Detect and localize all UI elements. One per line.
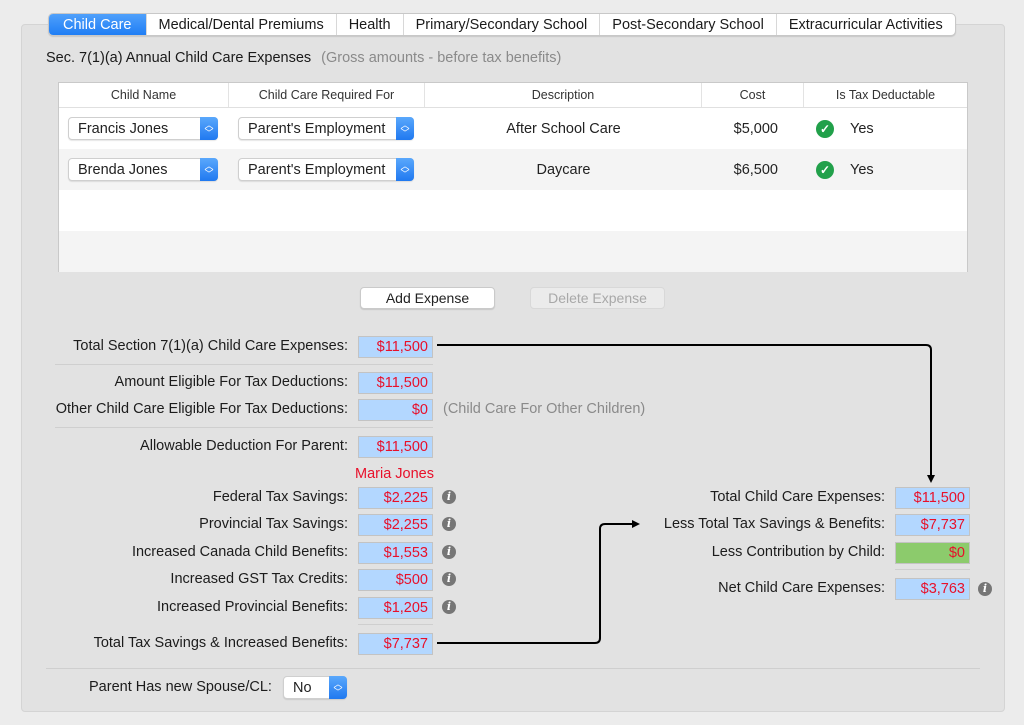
table-header: Child Name Child Care Required For Descr… xyxy=(59,83,967,108)
divider xyxy=(358,624,433,625)
total-savings-label: Total Tax Savings & Increased Benefits: xyxy=(93,635,348,651)
parent-name: Maria Jones xyxy=(355,466,434,482)
info-icon[interactable]: i xyxy=(442,517,456,531)
ccb-label: Increased Canada Child Benefits: xyxy=(131,544,348,560)
info-icon[interactable]: i xyxy=(978,582,992,596)
deductible-cell: ✓ Yes xyxy=(804,108,967,149)
info-icon[interactable]: i xyxy=(442,572,456,586)
deductible-value: Yes xyxy=(850,120,874,137)
less-contribution-input[interactable]: $0 xyxy=(895,542,970,564)
eligible-value: $11,500 xyxy=(358,372,433,394)
section-subtitle: (Gross amounts - before tax benefits) xyxy=(321,50,562,66)
child-name-value: Francis Jones xyxy=(78,120,169,137)
delete-expense-button[interactable]: Delete Expense xyxy=(530,287,665,309)
empty-table-row xyxy=(59,231,967,272)
updown-chevron-icon: ︿ ﹀ xyxy=(329,676,347,699)
less-contribution-label: Less Contribution by Child: xyxy=(711,544,885,560)
divider xyxy=(46,668,980,669)
deductible-cell: ✓ Yes xyxy=(804,149,967,190)
child-name-value: Brenda Jones xyxy=(78,161,168,178)
description-cell: Daycare xyxy=(536,161,591,178)
tab-medical-dental[interactable]: Medical/Dental Premiums xyxy=(147,14,337,35)
child-name-select[interactable]: Francis Jones ︿ ﹀ xyxy=(68,117,218,140)
divider xyxy=(895,569,970,570)
federal-savings-value: $2,225 xyxy=(358,487,433,509)
provincial-benefits-value: $1,205 xyxy=(358,597,433,619)
checkmark-icon: ✓ xyxy=(816,160,834,179)
required-for-select[interactable]: Parent's Employment ︿ ﹀ xyxy=(238,117,414,140)
net-expenses-label: Net Child Care Expenses: xyxy=(718,580,885,596)
column-header-deductible[interactable]: Is Tax Deductable xyxy=(804,83,967,107)
other-eligible-input[interactable]: $0 xyxy=(358,399,433,421)
info-icon[interactable]: i xyxy=(442,545,456,559)
other-eligible-note: (Child Care For Other Children) xyxy=(443,401,646,417)
less-savings-label: Less Total Tax Savings & Benefits: xyxy=(663,516,885,532)
updown-chevron-icon: ︿ ﹀ xyxy=(396,158,414,181)
total-section-value: $11,500 xyxy=(358,336,433,358)
tab-primary-secondary[interactable]: Primary/Secondary School xyxy=(404,14,601,35)
total-section-label: Total Section 7(1)(a) Child Care Expense… xyxy=(73,338,348,354)
checkmark-icon: ✓ xyxy=(816,119,834,138)
provincial-benefits-label: Increased Provincial Benefits: xyxy=(156,599,348,615)
provincial-savings-value: $2,255 xyxy=(358,514,433,536)
deductible-value: Yes xyxy=(850,161,874,178)
allowable-label: Allowable Deduction For Parent: xyxy=(140,438,348,454)
section-title-text: Sec. 7(1)(a) Annual Child Care Expenses xyxy=(46,50,312,66)
total-savings-value: $7,737 xyxy=(358,633,433,655)
description-cell: After School Care xyxy=(506,120,621,137)
required-for-select[interactable]: Parent's Employment ︿ ﹀ xyxy=(238,158,414,181)
required-for-value: Parent's Employment xyxy=(248,120,386,137)
updown-chevron-icon: ︿ ﹀ xyxy=(396,117,414,140)
updown-chevron-icon: ︿ ﹀ xyxy=(200,117,218,140)
divider xyxy=(55,364,433,365)
tab-bar: Child Care Medical/Dental Premiums Healt… xyxy=(48,13,956,36)
updown-chevron-icon: ︿ ﹀ xyxy=(200,158,218,181)
eligible-label: Amount Eligible For Tax Deductions: xyxy=(114,374,348,390)
federal-savings-label: Federal Tax Savings: xyxy=(212,489,348,505)
cost-cell: $6,500 xyxy=(733,161,778,178)
ccb-value: $1,553 xyxy=(358,542,433,564)
tab-health[interactable]: Health xyxy=(337,14,404,35)
other-eligible-label: Other Child Care Eligible For Tax Deduct… xyxy=(55,401,348,417)
spouse-label: Parent Has new Spouse/CL: xyxy=(89,679,272,695)
tab-post-secondary[interactable]: Post-Secondary School xyxy=(600,14,777,35)
provincial-savings-label: Provincial Tax Savings: xyxy=(199,516,348,532)
allowable-value: $11,500 xyxy=(358,436,433,458)
column-header-required-for[interactable]: Child Care Required For xyxy=(229,83,425,107)
cost-cell: $5,000 xyxy=(733,120,778,137)
empty-table-row xyxy=(59,190,967,231)
total-expenses-value: $11,500 xyxy=(895,487,970,509)
table-row[interactable]: Francis Jones ︿ ﹀ Parent's Employment ︿ ﹀ … xyxy=(59,108,967,149)
table-row[interactable]: Brenda Jones ︿ ﹀ Parent's Employment ︿ ﹀ D… xyxy=(59,149,967,190)
required-for-value: Parent's Employment xyxy=(248,161,386,178)
tab-child-care[interactable]: Child Care xyxy=(49,14,147,35)
section-title: Sec. 7(1)(a) Annual Child Care Expenses (… xyxy=(46,50,561,66)
spouse-value: No xyxy=(293,679,312,696)
info-icon[interactable]: i xyxy=(442,600,456,614)
spouse-select[interactable]: No ︿ ﹀ xyxy=(283,676,347,699)
add-expense-button[interactable]: Add Expense xyxy=(360,287,495,309)
gst-label: Increased GST Tax Credits: xyxy=(170,571,348,587)
column-header-child-name[interactable]: Child Name xyxy=(59,83,229,107)
net-expenses-value: $3,763 xyxy=(895,578,970,600)
gst-value: $500 xyxy=(358,569,433,591)
column-header-cost[interactable]: Cost xyxy=(702,83,804,107)
child-name-select[interactable]: Brenda Jones ︿ ﹀ xyxy=(68,158,218,181)
info-icon[interactable]: i xyxy=(442,490,456,504)
expenses-table: Child Name Child Care Required For Descr… xyxy=(58,82,968,272)
tab-extracurricular[interactable]: Extracurricular Activities xyxy=(777,14,955,35)
column-header-description[interactable]: Description xyxy=(425,83,702,107)
less-savings-value: $7,737 xyxy=(895,514,970,536)
divider xyxy=(55,427,433,428)
total-expenses-label: Total Child Care Expenses: xyxy=(710,489,885,505)
